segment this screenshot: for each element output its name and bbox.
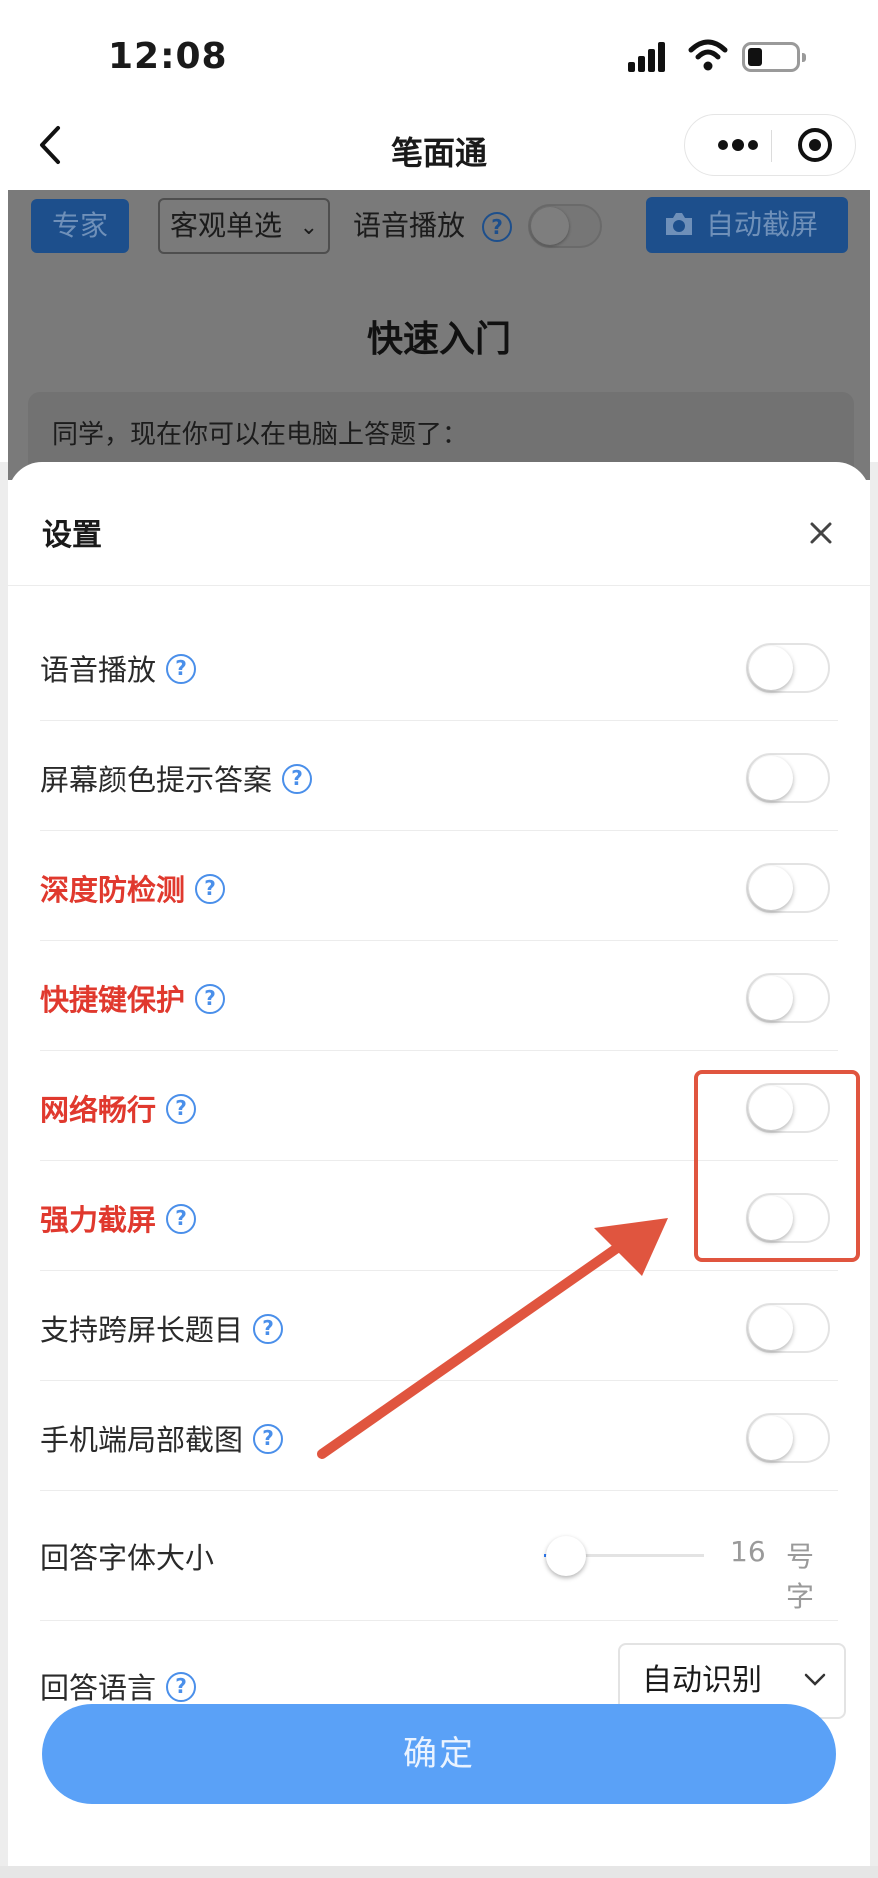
setting-label: 网络畅行 (40, 1093, 157, 1127)
help-icon: ? (482, 212, 512, 242)
more-dots-icon[interactable] (705, 115, 771, 175)
close-icon[interactable] (802, 514, 840, 552)
status-time: 12:08 (108, 36, 228, 77)
language-label: 回答语言 (40, 1671, 157, 1705)
battery-icon (742, 42, 806, 72)
mini-program-capsule (684, 114, 856, 176)
auto-screenshot-label: 自动截屏 (706, 208, 819, 241)
setting-label: 深度防检测 (40, 873, 186, 907)
setting-row-cross-screen: 支持跨屏长题目? (40, 1271, 838, 1381)
help-icon[interactable]: ? (195, 874, 226, 904)
anti-detect-switch[interactable] (746, 863, 830, 913)
language-selected: 自动识别 (642, 1663, 762, 1698)
annotation-highlight-box (694, 1070, 860, 1262)
partial-capture-switch[interactable] (746, 1413, 830, 1463)
sheet-left-gutter (0, 462, 8, 1878)
settings-title: 设置 (42, 518, 102, 553)
setting-row-font-size: 回答字体大小 16 号字 (40, 1491, 838, 1621)
help-icon[interactable]: ? (166, 1204, 197, 1234)
setting-label: 强力截屏 (40, 1203, 157, 1237)
help-icon[interactable]: ? (253, 1314, 284, 1344)
font-size-value: 16 (730, 1535, 766, 1568)
setting-label: 支持跨屏长题目 (40, 1313, 244, 1347)
help-icon[interactable]: ? (166, 654, 197, 684)
setting-label: 屏幕颜色提示答案 (40, 763, 273, 797)
background-page-dimmed: 专家 客观单选 ⌄ 语音播放 ? 自动截屏 快速入门 同学，现在你可以在电脑上答… (8, 190, 870, 480)
chevron-down-icon: ⌄ (299, 215, 318, 240)
status-bar: 12:08 (0, 0, 878, 100)
signal-icon (628, 40, 674, 72)
help-icon[interactable]: ? (195, 984, 226, 1014)
help-icon[interactable]: ? (282, 764, 313, 794)
setting-row-voice: 语音播放? (40, 611, 838, 721)
font-size-unit: 号字 (786, 1540, 815, 1613)
setting-row-screen-color: 屏幕颜色提示答案? (40, 721, 838, 831)
quick-start-heading: 快速入门 (366, 319, 511, 360)
auto-screenshot-button: 自动截屏 (646, 197, 848, 253)
setting-row-partial-capture: 手机端局部截图? (40, 1381, 838, 1491)
hotkey-protect-switch[interactable] (746, 973, 830, 1023)
help-icon[interactable]: ? (253, 1424, 284, 1454)
cross-screen-switch[interactable] (746, 1303, 830, 1353)
question-type-select: 客观单选 ⌄ (158, 198, 330, 254)
capsule-divider (771, 130, 772, 162)
question-type-value: 客观单选 (170, 209, 283, 242)
setting-label: 手机端局部截图 (40, 1423, 244, 1457)
camera-icon (666, 213, 692, 235)
chevron-down-icon (804, 1673, 826, 1686)
nav-bar: 笔面通 (0, 100, 878, 190)
font-size-slider-knob[interactable] (546, 1536, 586, 1576)
voice-switch[interactable] (746, 643, 830, 693)
setting-label: 快捷键保护 (40, 983, 186, 1017)
voice-toggle (528, 204, 602, 248)
intro-card-text: 同学，现在你可以在电脑上答题了： (52, 420, 469, 450)
setting-row-hotkey-protect: 快捷键保护? (40, 941, 838, 1051)
font-size-label: 回答字体大小 (40, 1541, 215, 1575)
help-icon[interactable]: ? (166, 1672, 197, 1702)
screen-color-switch[interactable] (746, 753, 830, 803)
setting-label: 语音播放 (40, 653, 157, 687)
help-icon[interactable]: ? (166, 1094, 197, 1124)
target-icon[interactable] (785, 115, 845, 175)
sheet-right-gutter (870, 462, 878, 1878)
voice-label: 语音播放 (353, 209, 466, 242)
setting-row-anti-detect: 深度防检测? (40, 831, 838, 941)
expert-tag: 专家 (31, 199, 129, 253)
home-indicator-bar (0, 1866, 878, 1878)
wifi-icon (688, 39, 728, 71)
header-divider (8, 585, 870, 586)
confirm-button[interactable]: 确定 (42, 1704, 836, 1804)
